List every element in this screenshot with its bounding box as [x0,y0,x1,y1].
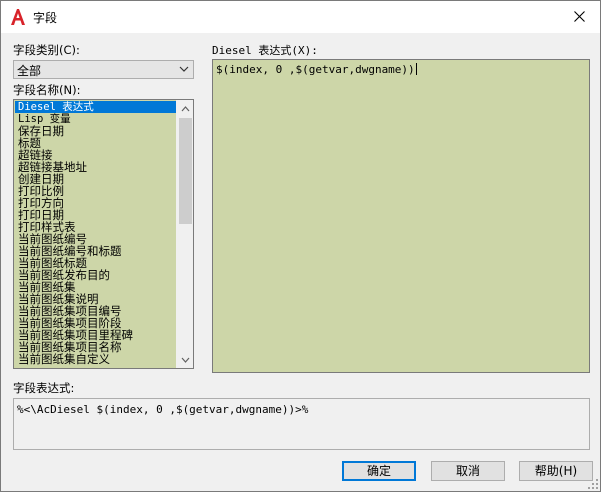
field-name-item[interactable]: 当前图纸集项目阶段 [15,317,176,329]
scroll-down-button[interactable] [177,351,193,368]
field-category-label: 字段类别(C): [13,43,80,57]
field-name-item[interactable]: 当前图纸集项目里程碑 [15,329,176,341]
field-name-item[interactable]: 当前图纸集 [15,281,176,293]
chevron-up-icon [181,106,190,112]
field-name-item[interactable]: 当前图纸编号和标题 [15,245,176,257]
field-expression-label: 字段表达式: [13,381,75,395]
field-expression-box[interactable]: %<\AcDiesel $(index, 0 ,$(getvar,dwgname… [13,398,590,450]
field-name-item[interactable]: Diesel 表达式 [15,101,176,113]
field-names-items: Diesel 表达式 Lisp 变量 保存日期 标题 超链接 超链接基地址 创建日期 打印比例… [15,101,176,365]
diesel-expression-text: $(index, 0 ,$(getvar,dwgname)) [216,63,415,76]
field-name-item[interactable]: 当前图纸集项目名称 [15,341,176,353]
field-names-list[interactable]: Diesel 表达式 Lisp 变量 保存日期 标题 超链接 超链接基地址 创建日期 打印比例… [13,99,194,369]
chevron-down-icon [181,357,190,363]
scroll-up-button[interactable] [177,100,193,117]
field-names-label: 字段名称(N): [13,83,81,97]
resize-grip-icon[interactable] [588,479,598,489]
close-button[interactable] [566,5,594,29]
title-bar[interactable]: 字段 [1,1,600,33]
field-name-item[interactable]: 创建日期 [15,173,176,185]
field-name-item[interactable]: 当前图纸标题 [15,257,176,269]
field-dialog: 字段 字段类别(C): 全部 字段名称(N): Diesel 表达式 Lisp 变… [0,0,601,492]
diesel-expression-value: $(index, 0 ,$(getvar,dwgname)) [216,63,417,76]
field-name-item[interactable]: 当前图纸集自定义 [15,353,176,365]
field-name-item[interactable]: 超链接 [15,149,176,161]
diesel-expression-label: Diesel 表达式(X): [212,44,318,57]
field-category-value: 全部 [17,64,42,78]
vertical-scrollbar[interactable] [176,100,193,368]
field-name-item[interactable]: 打印方向 [15,197,176,209]
cancel-button[interactable]: 取消 [431,461,505,481]
field-name-item[interactable]: 保存日期 [15,125,176,137]
field-name-item[interactable]: 打印日期 [15,209,176,221]
help-button[interactable]: 帮助(H) [519,461,593,481]
close-icon [574,11,585,22]
diesel-expression-input[interactable]: $(index, 0 ,$(getvar,dwgname)) [212,59,590,373]
field-name-item[interactable]: 超链接基地址 [15,161,176,173]
field-category-select[interactable]: 全部 [13,60,194,79]
window-title: 字段 [33,11,58,25]
field-name-item[interactable]: 当前图纸集项目编号 [15,305,176,317]
ok-button[interactable]: 确定 [342,461,416,481]
field-name-item[interactable]: 当前图纸发布目的 [15,269,176,281]
autocad-a-icon [11,9,25,25]
field-name-item[interactable]: 标题 [15,137,176,149]
field-name-item[interactable]: 当前图纸编号 [15,233,176,245]
text-caret [415,63,417,75]
scroll-thumb[interactable] [179,118,192,224]
field-name-item[interactable]: 打印样式表 [15,221,176,233]
field-name-item[interactable]: Lisp 变量 [15,113,176,125]
field-name-item[interactable]: 打印比例 [15,185,176,197]
field-expression-value: %<\AcDiesel $(index, 0 ,$(getvar,dwgname… [17,403,309,416]
chevron-down-icon [179,66,189,72]
field-name-item[interactable]: 当前图纸集说明 [15,293,176,305]
